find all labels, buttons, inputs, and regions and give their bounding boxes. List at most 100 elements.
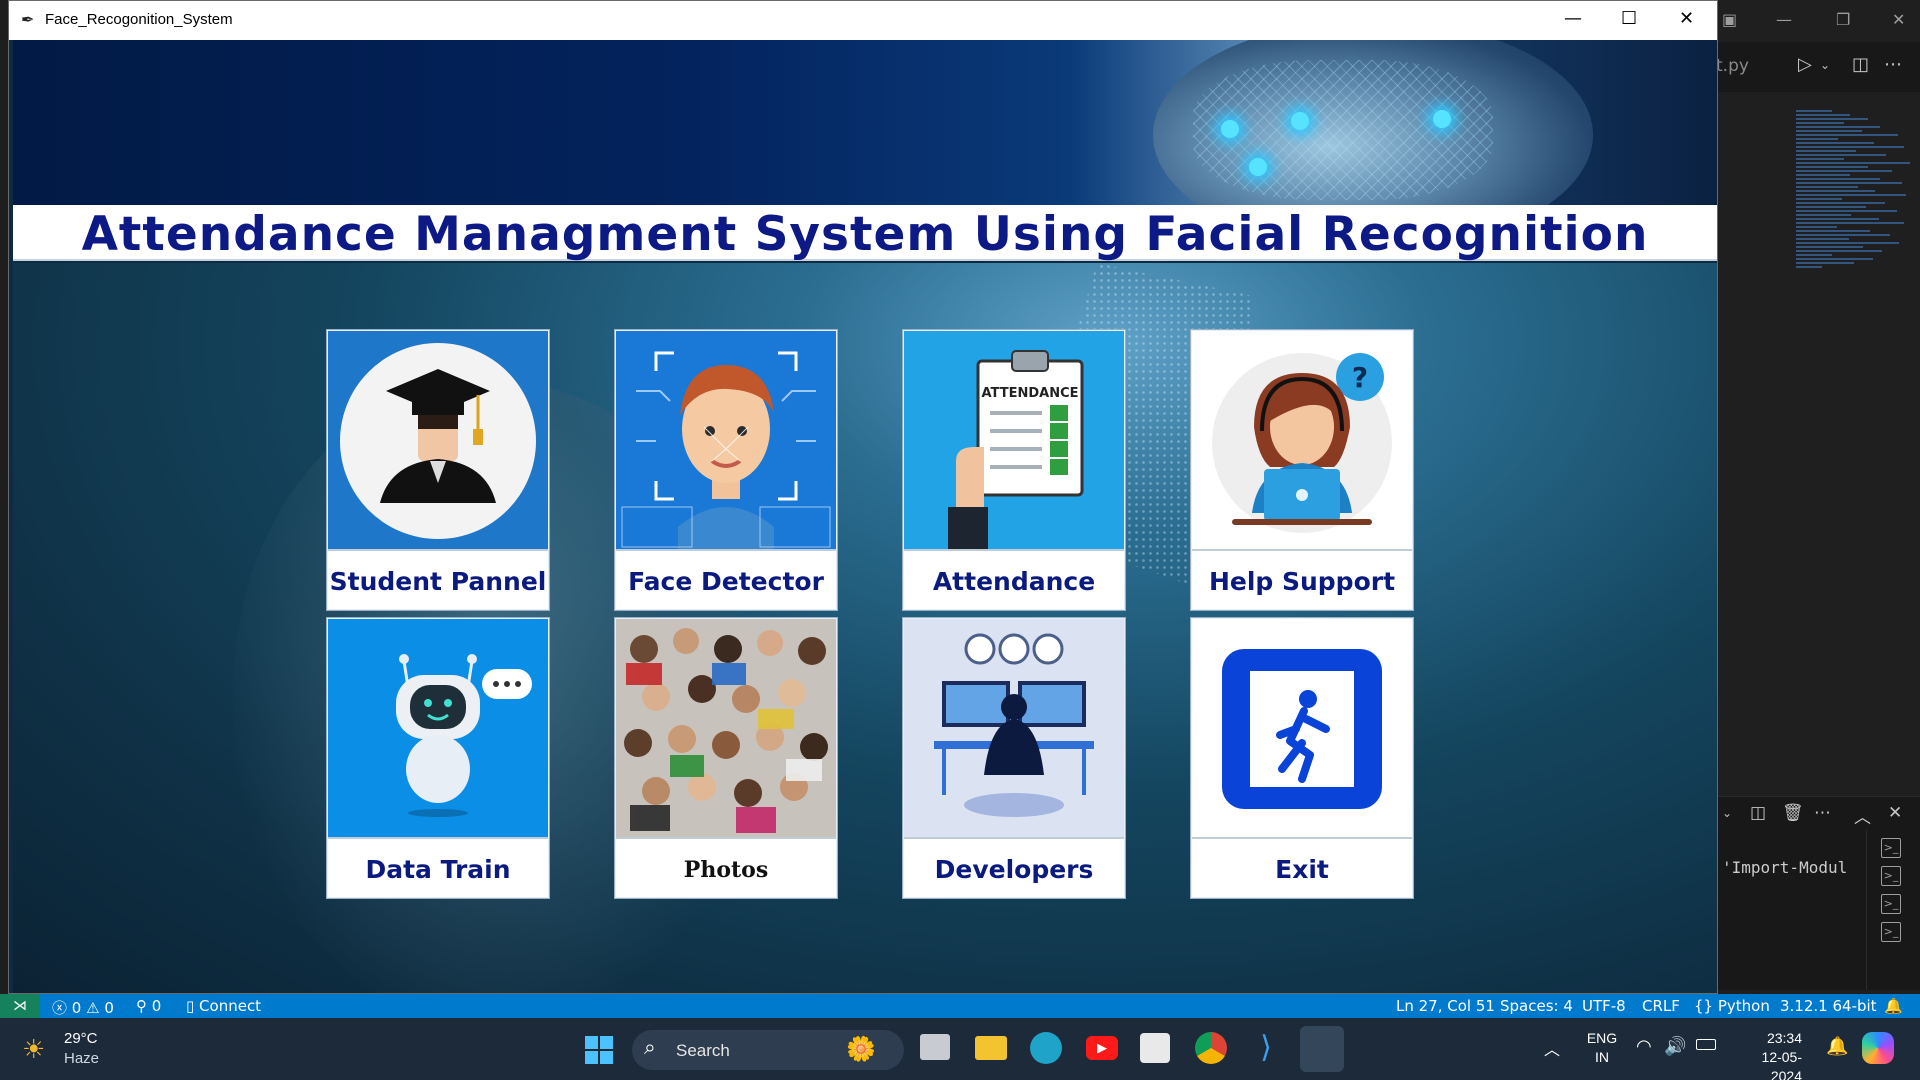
layout-icon[interactable]: ▣ xyxy=(1722,10,1737,29)
ports-count: 0 xyxy=(151,997,162,1015)
volume-icon[interactable]: 🔊 xyxy=(1664,1036,1686,1057)
terminal[interactable]: 'Import-Modul xyxy=(1716,830,1866,990)
more-actions-icon[interactable]: ⋯ xyxy=(1884,54,1902,75)
tile-label: Attendance xyxy=(932,567,1096,596)
chrome-icon[interactable] xyxy=(1195,1032,1227,1064)
exit-icon xyxy=(1192,619,1412,839)
encoding[interactable]: UTF-8 xyxy=(1582,997,1626,1015)
cursor-position[interactable]: Ln 27, Col 51 xyxy=(1396,997,1495,1015)
close-icon[interactable]: ✕ xyxy=(1892,10,1905,29)
vscode-taskbar-icon[interactable]: ⟩ xyxy=(1250,1032,1282,1064)
error-icon: ⓧ xyxy=(52,999,68,1017)
clipboard-title: ATTENDANCE xyxy=(982,386,1079,401)
chevron-down-icon[interactable]: ⌄ xyxy=(1722,806,1732,820)
notification-bell-icon[interactable]: 🔔 xyxy=(1826,1036,1848,1057)
close-icon[interactable]: ✕ xyxy=(1679,8,1694,29)
indentation[interactable]: Spaces: 4 xyxy=(1500,997,1573,1015)
split-editor-icon[interactable]: ◫ xyxy=(1852,54,1869,75)
tile-label: Help Support xyxy=(1208,567,1396,596)
tray-overflow-icon[interactable]: ︿ xyxy=(1544,1036,1560,1060)
file-explorer-icon[interactable] xyxy=(975,1036,1007,1060)
face-detector-button[interactable]: Face Detector xyxy=(614,329,838,611)
braces-icon: {} xyxy=(1694,997,1714,1015)
vscode-titlebar: ▣ — ❐ ✕ xyxy=(1716,0,1920,42)
help-support-icon: ? xyxy=(1192,331,1412,551)
time: 23:34 xyxy=(1766,1030,1802,1046)
terminal-list: >_ >_ >_ >_ xyxy=(1866,830,1920,990)
app-titlebar: ✒ Face_Recogonition_System — ☐ ✕ xyxy=(9,1,1717,40)
store-icon[interactable] xyxy=(1140,1033,1170,1063)
minimize-icon[interactable]: — xyxy=(1564,8,1582,29)
app-window: ✒ Face_Recogonition_System — ☐ ✕ Attenda… xyxy=(8,0,1718,994)
tile-label: Photos xyxy=(683,857,769,883)
edge-icon[interactable] xyxy=(1030,1032,1062,1064)
restore-icon[interactable]: ❐ xyxy=(1836,10,1850,29)
more-actions-icon[interactable]: ⋯ xyxy=(1814,803,1831,823)
warning-icon: ⚠ xyxy=(86,999,100,1017)
attendance-clipboard-icon: ATTENDANCE xyxy=(904,331,1124,551)
terminal-icon[interactable]: >_ xyxy=(1881,922,1901,942)
editor-tab[interactable]: t.py xyxy=(1716,56,1749,76)
tile-label: Student Pannel xyxy=(329,567,547,596)
start-button[interactable] xyxy=(584,1035,614,1065)
search-placeholder: Search xyxy=(676,1041,730,1060)
weather-haze-icon: ☀ xyxy=(22,1034,46,1064)
minimize-icon[interactable]: — xyxy=(1776,10,1792,29)
photos-button[interactable]: Photos xyxy=(614,617,838,899)
trash-icon[interactable]: 🗑 xyxy=(1782,803,1804,823)
tile-label: Data Train xyxy=(365,855,511,884)
terminal-icon[interactable]: >_ xyxy=(1881,838,1901,858)
lang-code: ENG xyxy=(1586,1030,1618,1046)
developers-button[interactable]: Developers xyxy=(902,617,1126,899)
vscode-tabbar: t.py ▷ ⌄ ◫ ⋯ xyxy=(1716,42,1920,92)
search-box[interactable]: ⌕ Search 🌼 xyxy=(632,1030,904,1070)
exit-button[interactable]: Exit xyxy=(1190,617,1414,899)
wifi-icon[interactable]: ◠ xyxy=(1636,1036,1652,1057)
maximize-panel-icon[interactable]: ︿ xyxy=(1854,803,1871,828)
attendance-button[interactable]: ATTENDANCE Attendance xyxy=(902,329,1126,611)
student-panel-button[interactable]: Student Pannel xyxy=(326,329,550,611)
error-count: 0 xyxy=(71,999,82,1017)
status-bar: ⋊ ⓧ 0 ⚠ 0 ⚲ 0 ▯ Connect Ln 27, Col 51 Sp… xyxy=(0,994,1920,1018)
tile-label: Exit xyxy=(1275,855,1329,884)
language-indicator[interactable]: ENG IN xyxy=(1584,1029,1620,1067)
terminal-icon[interactable]: >_ xyxy=(1881,894,1901,914)
maximize-icon[interactable]: ☐ xyxy=(1621,8,1637,29)
battery-icon[interactable] xyxy=(1696,1039,1716,1050)
split-terminal-icon[interactable]: ◫ xyxy=(1750,803,1766,823)
face-detector-icon xyxy=(616,331,836,551)
minimap[interactable] xyxy=(1796,110,1916,480)
warning-count: 0 xyxy=(104,999,114,1017)
bell-icon[interactable]: 🔔 xyxy=(1884,997,1903,1015)
vscode-window: ▣ — ❐ ✕ t.py ▷ ⌄ ◫ ⋯ ⌄ ◫ 🗑 ⋯ ︿ ✕ 'Import… xyxy=(1716,0,1920,1008)
close-panel-icon[interactable]: ✕ xyxy=(1888,803,1902,823)
ports-indicator[interactable]: ⚲ 0 xyxy=(136,997,161,1015)
python-app-icon[interactable] xyxy=(1300,1026,1344,1072)
copilot-icon[interactable] xyxy=(1862,1032,1894,1064)
date: 12-05-2024 xyxy=(1761,1049,1802,1080)
terminal-panel-bar: ⌄ ◫ 🗑 ⋯ ︿ ✕ xyxy=(1716,796,1920,830)
chevron-down-icon[interactable]: ⌄ xyxy=(1820,58,1830,72)
taskbar: ☀ 29°C Haze ⌕ Search 🌼 ▶ ⟩ ︿ ENG IN ◠ 🔊 … xyxy=(0,1018,1920,1080)
connect-button[interactable]: ▯ Connect xyxy=(186,997,261,1015)
line-ending[interactable]: CRLF xyxy=(1642,997,1680,1015)
youtube-icon[interactable]: ▶ xyxy=(1086,1036,1118,1060)
problems-indicator[interactable]: ⓧ 0 ⚠ 0 xyxy=(52,997,114,1018)
task-view-icon[interactable] xyxy=(920,1034,950,1060)
header-banner-image xyxy=(13,40,1717,205)
run-icon[interactable]: ▷ xyxy=(1798,54,1812,75)
windows-logo-icon xyxy=(585,1036,613,1064)
clock[interactable]: 23:34 12-05-2024 xyxy=(1736,1029,1802,1080)
scan-point xyxy=(1433,110,1451,128)
help-support-button[interactable]: ? Help Support xyxy=(1190,329,1414,611)
main-background: Student Pannel Face Detector ATTENDANCE … xyxy=(13,263,1717,993)
python-interpreter[interactable]: 3.12.1 64-bit xyxy=(1780,997,1877,1015)
remote-indicator-icon[interactable]: ⋊ xyxy=(0,994,40,1018)
language-label: Python xyxy=(1717,997,1770,1015)
tile-label: Face Detector xyxy=(628,567,824,596)
weather-widget[interactable]: ☀ 29°C Haze xyxy=(22,1028,112,1070)
language-mode[interactable]: {} Python xyxy=(1694,997,1770,1015)
terminal-text: 'Import-Modul xyxy=(1722,858,1848,877)
terminal-icon[interactable]: >_ xyxy=(1881,866,1901,886)
data-train-button[interactable]: Data Train xyxy=(326,617,550,899)
